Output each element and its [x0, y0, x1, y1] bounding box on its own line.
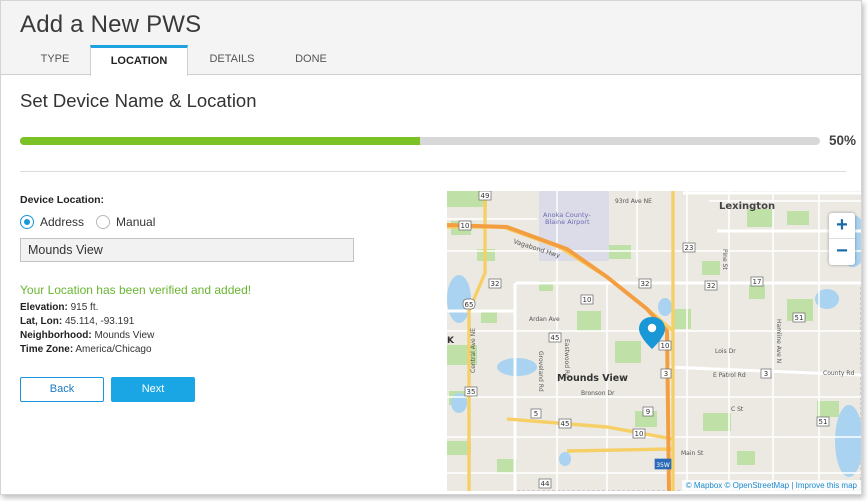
- route-5: 5: [534, 410, 538, 418]
- latlon-key: Lat, Lon:: [20, 316, 63, 327]
- route-32a: 32: [491, 280, 500, 288]
- elevation-key: Elevation:: [20, 302, 68, 313]
- route-10c: 10: [661, 342, 670, 350]
- route-10d: 10: [635, 430, 644, 438]
- label-groveland: Groveland Rd: [537, 351, 544, 392]
- elevation-value: 915 ft.: [70, 302, 99, 313]
- neighborhood-row: Neighborhood: Mounds View: [20, 329, 154, 343]
- map-zoom-controls: + −: [829, 213, 855, 265]
- label-county: County Rd: [823, 370, 854, 377]
- radio-manual[interactable]: Manual: [96, 215, 155, 229]
- wizard-tabs: TYPE LOCATION DETAILS DONE: [20, 45, 346, 76]
- route-10a: 10: [461, 222, 470, 230]
- latlon-row: Lat, Lon: 45.114, -93.191: [20, 315, 154, 329]
- route-32b: 32: [641, 280, 650, 288]
- radio-manual-control[interactable]: [96, 215, 111, 229]
- timezone-key: Time Zone:: [20, 344, 74, 355]
- verification-message: Your Location has been verified and adde…: [20, 283, 252, 297]
- location-mode-radios: Address Manual: [20, 215, 167, 229]
- address-input[interactable]: [20, 238, 354, 262]
- zoom-in-button[interactable]: +: [829, 213, 855, 239]
- progress-fill: [20, 137, 420, 145]
- divider: [20, 171, 846, 172]
- timezone-row: Time Zone: America/Chicago: [20, 343, 154, 357]
- route-35: 35: [467, 388, 476, 396]
- label-cst: C St: [731, 406, 744, 413]
- route-32c: 32: [707, 282, 716, 290]
- back-button[interactable]: Back: [20, 377, 104, 402]
- route-51a: 51: [795, 314, 804, 322]
- radio-address[interactable]: Address: [20, 215, 84, 229]
- zoom-out-button[interactable]: −: [829, 239, 855, 265]
- timezone-value: America/Chicago: [75, 344, 152, 355]
- tab-details[interactable]: DETAILS: [188, 45, 276, 75]
- neighborhood-key: Neighborhood:: [20, 330, 92, 341]
- radio-address-label: Address: [40, 215, 85, 229]
- label-airport-2: Blaine Airport: [545, 218, 590, 226]
- map-attribution[interactable]: © Mapbox © OpenStreetMap | Improve this …: [681, 480, 861, 491]
- tab-type[interactable]: TYPE: [20, 45, 90, 75]
- page-title: Add a New PWS: [20, 11, 202, 38]
- label-central: Central Ave NE: [470, 328, 477, 373]
- route-45b: 45: [561, 420, 570, 428]
- route-3a: 3: [664, 370, 668, 378]
- route-45a: 45: [551, 334, 560, 342]
- next-button[interactable]: Next: [111, 377, 195, 402]
- route-10b: 10: [583, 296, 592, 304]
- label-k: K: [447, 336, 455, 346]
- section-title: Set Device Name & Location: [20, 90, 257, 111]
- elevation-row: Elevation: 915 ft.: [20, 301, 154, 315]
- radio-manual-label: Manual: [116, 215, 156, 229]
- label-epatrol: E Patrol Rd: [713, 372, 746, 379]
- map-canvas[interactable]: 49 10 23 32 32 32 17 65 10 45 10 51 3 3 …: [447, 191, 861, 491]
- route-49: 49: [481, 192, 490, 200]
- header: Add a New PWS TYPE LOCATION DETAILS DONE: [1, 1, 861, 76]
- device-location-label: Device Location:: [20, 194, 105, 206]
- route-3b: 3: [764, 370, 768, 378]
- route-9: 9: [646, 408, 650, 416]
- tab-done[interactable]: DONE: [276, 45, 346, 75]
- progress-percent: 50%: [829, 133, 857, 148]
- label-pine: Pine St: [721, 249, 728, 270]
- route-17: 17: [753, 278, 762, 286]
- label-lexington: Lexington: [719, 201, 775, 212]
- label-bronson: Bronson Dr: [581, 390, 615, 397]
- radio-address-control[interactable]: [20, 215, 34, 229]
- latlon-value: 45.114, -93.191: [65, 316, 135, 327]
- neighborhood-value: Mounds View: [94, 330, 155, 341]
- route-65: 65: [465, 301, 474, 309]
- route-23: 23: [685, 244, 694, 252]
- label-mainst: Main St: [681, 450, 704, 457]
- label-ardan: Ardan Ave: [529, 316, 560, 323]
- route-35w: 35W: [656, 462, 670, 469]
- add-pws-window: Add a New PWS TYPE LOCATION DETAILS DONE…: [0, 0, 862, 495]
- route-44: 44: [541, 480, 550, 488]
- tab-location[interactable]: LOCATION: [90, 45, 188, 76]
- label-hamline: Hamline Ave N: [775, 319, 782, 363]
- label-93rd: 93rd Ave NE: [615, 198, 652, 205]
- location-map[interactable]: 49 10 23 32 32 32 17 65 10 45 10 51 3 3 …: [447, 191, 861, 491]
- progress-bar: [20, 137, 820, 145]
- label-lois: Lois Dr: [715, 348, 736, 355]
- route-51b: 51: [819, 418, 828, 426]
- label-eastwood: Eastwood Rd: [563, 339, 570, 378]
- location-info: Elevation: 915 ft. Lat, Lon: 45.114, -93…: [20, 301, 154, 357]
